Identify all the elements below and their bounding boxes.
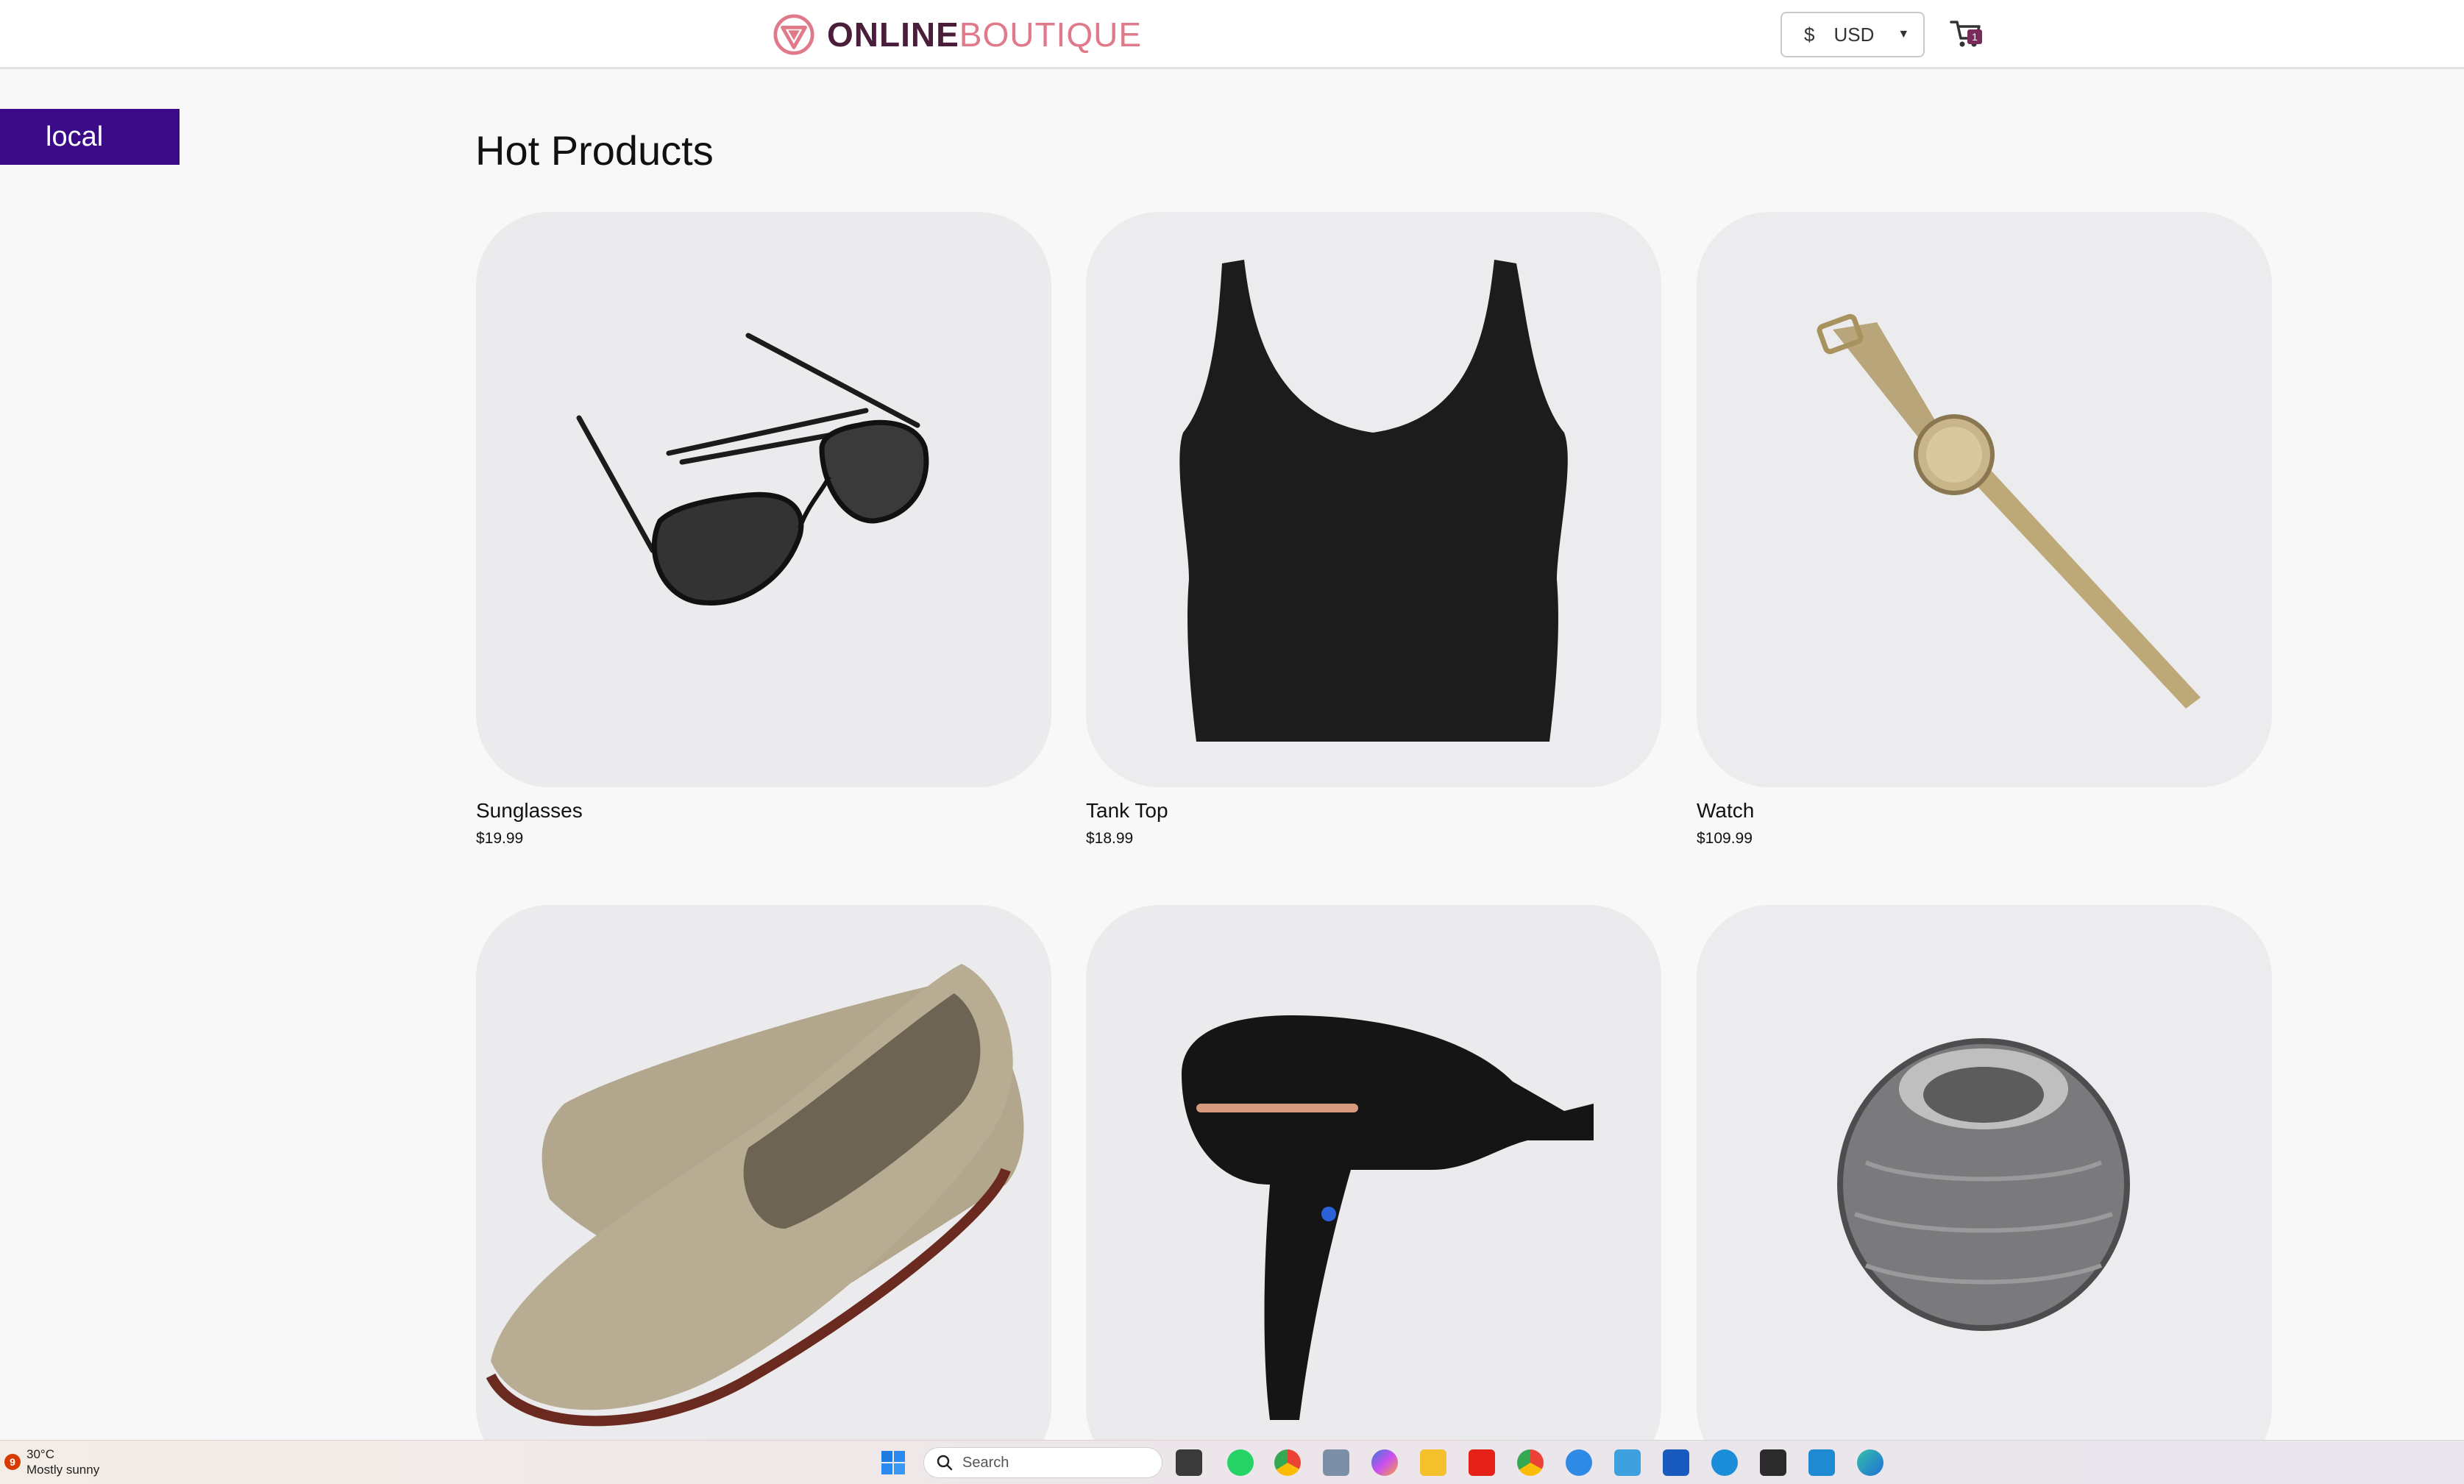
currency-symbol: $ (1804, 23, 1815, 46)
edge-icon[interactable] (1857, 1449, 1883, 1476)
environment-tag: local (0, 109, 180, 165)
word-icon[interactable] (1663, 1449, 1689, 1476)
taskbar-search[interactable]: Search (923, 1447, 1162, 1478)
terminal-icon[interactable] (1760, 1449, 1786, 1476)
product-image[interactable] (1697, 905, 2272, 1480)
candle-holder-image (1697, 905, 2272, 1480)
watch-image (1697, 212, 2272, 787)
app-icon[interactable] (1566, 1449, 1592, 1476)
chrome-icon[interactable] (1274, 1449, 1301, 1476)
online-boutique-logo[interactable]: ONLINEBOUTIQUE (773, 12, 1142, 57)
product-card-sunglasses[interactable]: Sunglasses $19.99 (476, 212, 1051, 848)
loafers-image (476, 905, 1051, 1480)
product-price: $19.99 (476, 830, 524, 847)
product-price: $18.99 (1086, 830, 1134, 847)
product-card-watch[interactable]: Watch $109.99 (1697, 212, 2272, 848)
notepad-icon[interactable] (1614, 1449, 1641, 1476)
weather-widget[interactable]: 9 30°C Mostly sunny (4, 1446, 99, 1477)
logo-text-light: BOUTIQUE (959, 15, 1143, 54)
product-name[interactable]: Sunglasses (476, 799, 1051, 823)
sync-icon[interactable] (1711, 1449, 1738, 1476)
logo-text-bold: ONLINE (827, 15, 959, 54)
task-view-icon[interactable] (1176, 1449, 1202, 1476)
cart-count: 1 (1972, 31, 1978, 43)
product-card-candle-holder[interactable] (1697, 905, 2272, 1480)
notification-badge: 9 (4, 1454, 21, 1470)
logo-text: ONLINEBOUTIQUE (827, 18, 1142, 52)
windows-taskbar: 9 30°C Mostly sunny Search (0, 1440, 2464, 1484)
weather-temp: 30°C (26, 1447, 54, 1461)
product-image[interactable] (476, 212, 1051, 787)
currency-select[interactable]: $ USD ▼ (1780, 12, 1925, 57)
file-explorer-icon[interactable] (1420, 1449, 1446, 1476)
cart-icon[interactable]: 1 (1950, 18, 1984, 50)
product-image[interactable] (1086, 905, 1661, 1480)
product-price: $109.99 (1697, 830, 1753, 847)
product-image[interactable] (1086, 212, 1661, 787)
top-header: ONLINEBOUTIQUE $ USD ▼ 1 (0, 0, 2464, 69)
product-image[interactable] (1697, 212, 2272, 787)
page-title: Hot Products (475, 127, 714, 174)
chrome-profile-icon[interactable] (1517, 1449, 1544, 1476)
product-image[interactable] (476, 905, 1051, 1480)
chevron-down-icon: ▼ (1897, 28, 1910, 40)
weather-condition: Mostly sunny (26, 1463, 100, 1477)
sunglasses-image (476, 212, 1051, 787)
product-card-hairdryer[interactable] (1086, 905, 1661, 1480)
vscode-icon[interactable] (1808, 1449, 1835, 1476)
logo-icon (773, 14, 814, 55)
hairdryer-image (1086, 905, 1661, 1480)
copilot-icon[interactable] (1371, 1449, 1398, 1476)
taskbar-search-placeholder: Search (962, 1454, 1009, 1471)
product-card-tank-top[interactable]: Tank Top $18.99 (1086, 212, 1661, 848)
tank-top-image (1086, 212, 1661, 787)
product-name[interactable]: Tank Top (1086, 799, 1661, 823)
search-icon (937, 1455, 953, 1471)
snipping-tool-icon[interactable] (1323, 1449, 1349, 1476)
youtube-icon[interactable] (1469, 1449, 1495, 1476)
currency-code: USD (1833, 23, 1875, 46)
product-name[interactable]: Watch (1697, 799, 2272, 823)
weather-text: 30°C Mostly sunny (26, 1446, 99, 1477)
product-card-loafers[interactable] (476, 905, 1051, 1480)
windows-start-icon[interactable] (880, 1449, 906, 1476)
whatsapp-icon[interactable] (1227, 1449, 1254, 1476)
